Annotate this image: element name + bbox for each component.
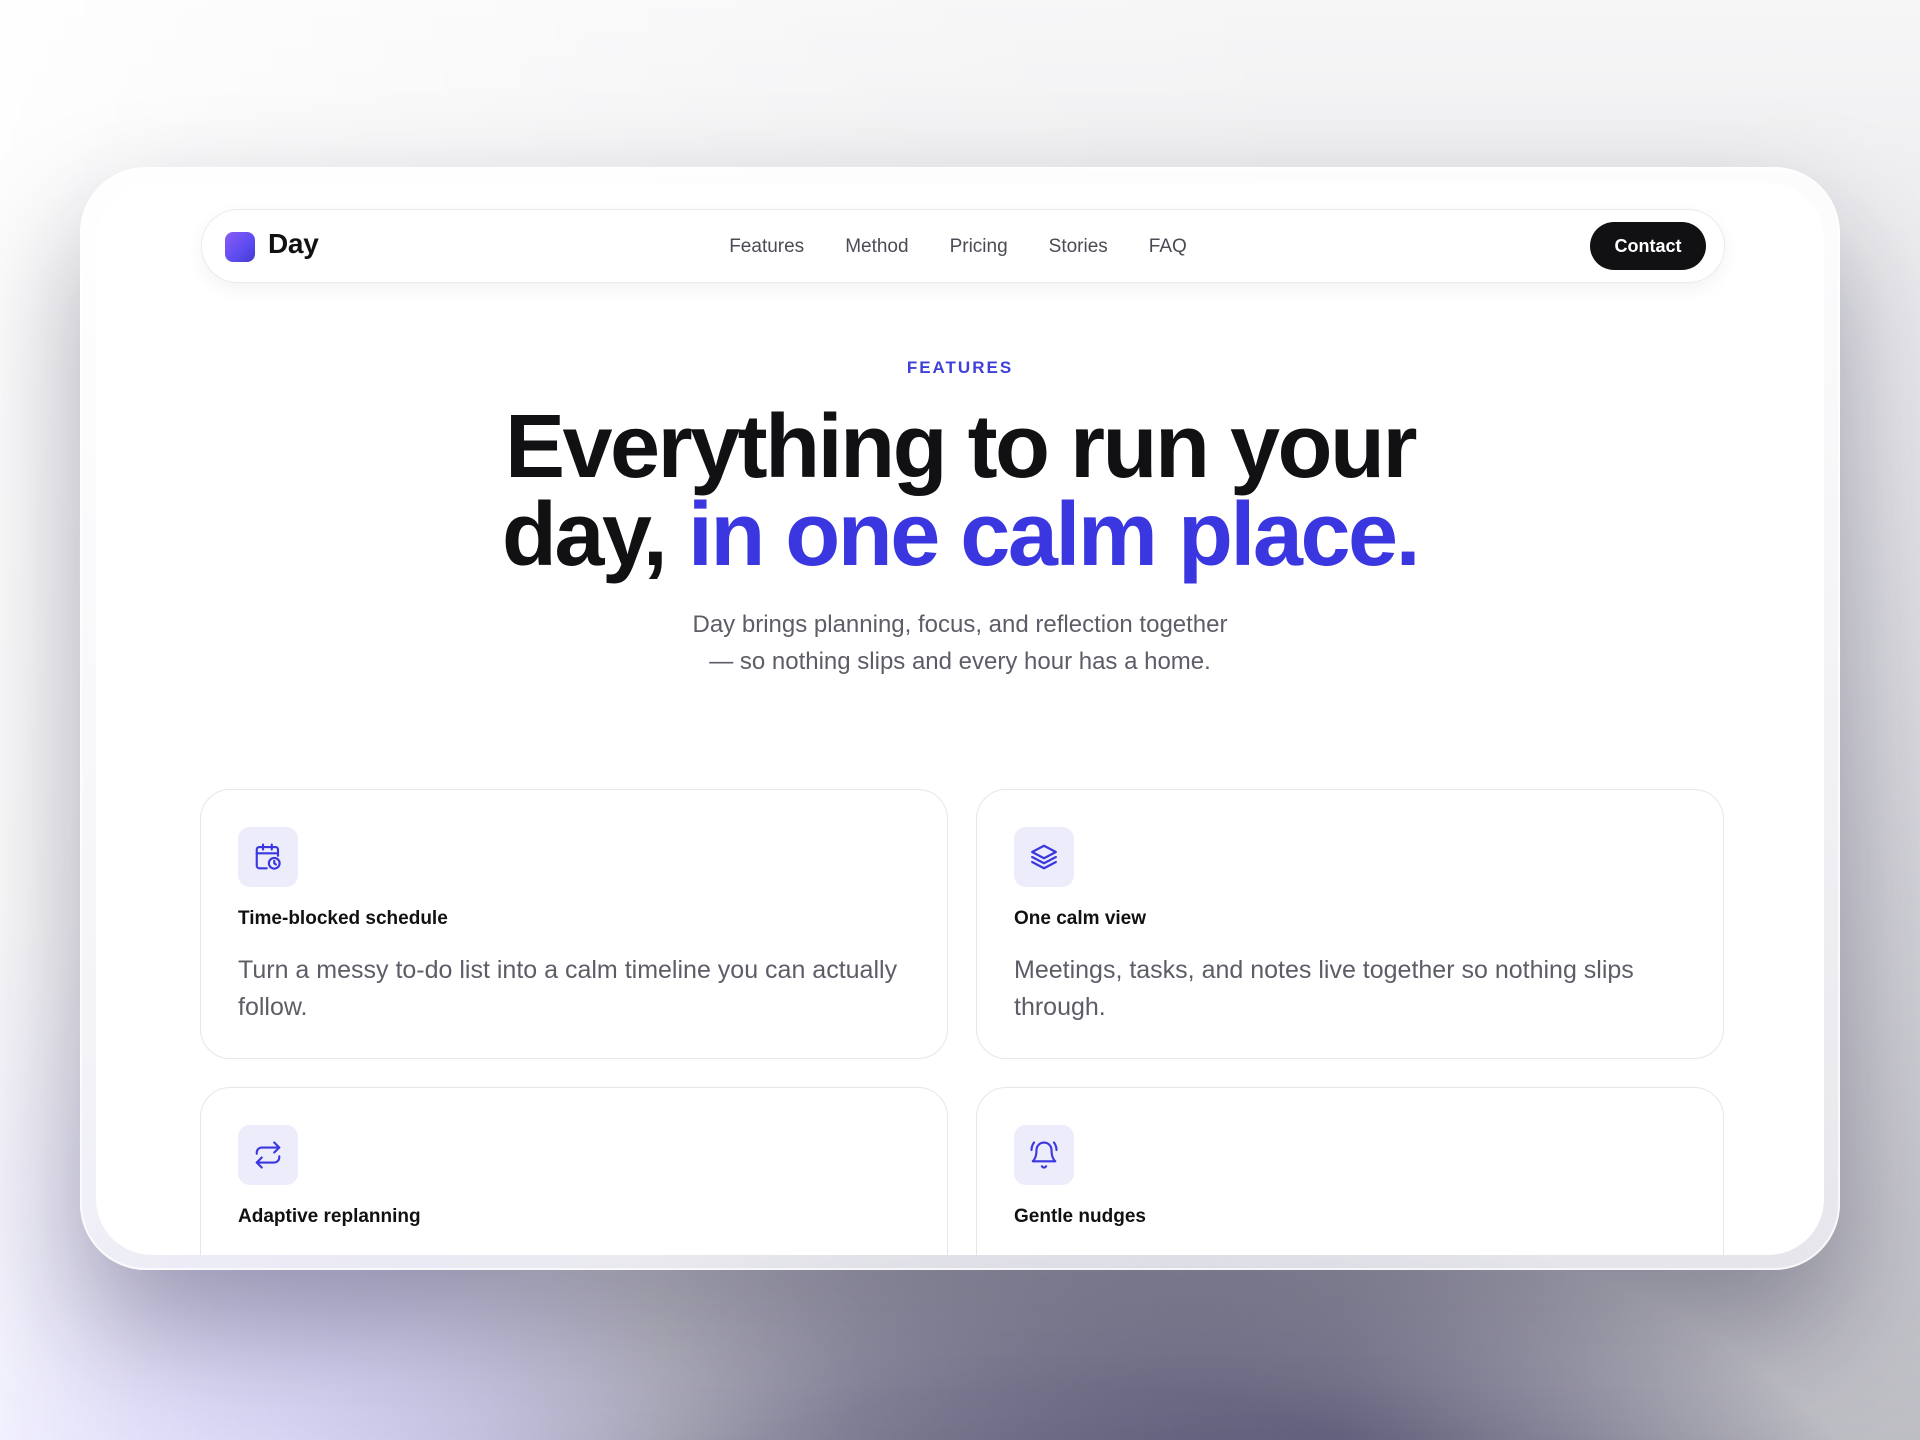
feature-card-gentle-nudges[interactable]: Gentle nudges	[976, 1087, 1724, 1255]
feature-title: Time-blocked schedule	[238, 908, 448, 929]
feature-title: Gentle nudges	[1014, 1206, 1146, 1227]
feature-card-one-calm-view[interactable]: One calm view Meetings, tasks, and notes…	[976, 789, 1724, 1059]
page-title: Everything to run your day, in one calm …	[96, 402, 1824, 580]
contact-button[interactable]: Contact	[1590, 222, 1706, 270]
feature-title: Adaptive replanning	[238, 1206, 421, 1227]
feature-card-adaptive-replanning[interactable]: Adaptive replanning	[200, 1087, 948, 1255]
nav-link-faq[interactable]: FAQ	[1149, 236, 1187, 258]
repeat-arrows-icon	[238, 1125, 298, 1185]
nav-link-pricing[interactable]: Pricing	[950, 236, 1008, 258]
headline-line-2-plain: day,	[501, 485, 668, 585]
nav-link-stories[interactable]: Stories	[1049, 236, 1108, 258]
browser-screen: Day Features Method Pricing Stories FAQ …	[96, 183, 1824, 1255]
feature-description: Meetings, tasks, and notes live together…	[1014, 956, 1634, 1021]
hero-subtitle-line-1: Day brings planning, focus, and reflecti…	[692, 611, 1228, 638]
nav-link-features[interactable]: Features	[729, 236, 804, 258]
layers-icon	[1014, 827, 1074, 887]
top-navbar: Day Features Method Pricing Stories FAQ …	[201, 209, 1725, 283]
nav-link-method[interactable]: Method	[845, 236, 908, 258]
hero-subtitle-line-2: — so nothing slips and every hour has a …	[709, 648, 1211, 675]
brand-name[interactable]: Day	[268, 228, 319, 260]
bell-icon	[1014, 1125, 1074, 1185]
feature-card-time-blocked[interactable]: Time-blocked schedule Turn a messy to-do…	[200, 789, 948, 1059]
hero-subtitle: Day brings planning, focus, and reflecti…	[96, 606, 1824, 680]
feature-description: Turn a messy to-do list into a calm time…	[238, 956, 898, 1021]
nav-links: Features Method Pricing Stories FAQ	[202, 210, 1724, 284]
logo-icon[interactable]	[225, 232, 255, 262]
calendar-clock-icon	[238, 827, 298, 887]
section-eyebrow: FEATURES	[906, 358, 1014, 377]
feature-title: One calm view	[1014, 908, 1147, 929]
headline-line-1: Everything to run your	[504, 397, 1418, 497]
headline-line-2-accent: in one calm place.	[687, 485, 1421, 585]
